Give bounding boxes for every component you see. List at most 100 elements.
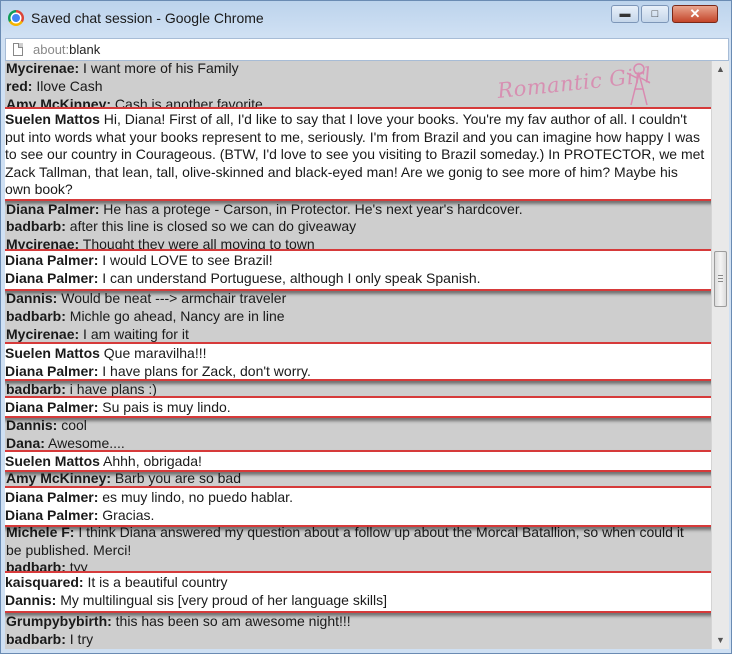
chat-text: be published. Merci! xyxy=(6,542,132,558)
chat-message: Suelen Mattos Que maravilha!!! xyxy=(5,345,207,363)
highlighted-message-group: Diana Palmer: Su pais is muy lindo. xyxy=(5,396,711,418)
chat-text: I would LOVE to see Brazil! xyxy=(98,252,273,268)
chat-username: Diana Palmer: xyxy=(5,269,99,286)
chat-message: Grumpybybirth: this has been so am aweso… xyxy=(6,613,351,630)
chat-text: Would be neat ---> armchair traveler xyxy=(57,290,287,306)
chat-text: cool xyxy=(57,417,87,433)
chrome-logo-icon xyxy=(8,10,24,26)
chat-message: Dannis: My multilingual sis [very proud … xyxy=(5,592,387,610)
chat-username: Diana Palmer: xyxy=(5,489,99,505)
chat-message: red: Ilove Cash xyxy=(6,78,103,95)
highlighted-message-group: Diana Palmer: es muy lindo, no puedo hab… xyxy=(5,486,711,527)
chat-text: I try xyxy=(65,631,94,647)
chat-text: Awesome.... xyxy=(44,435,125,451)
page-icon xyxy=(13,43,23,56)
chat-username: Dana: xyxy=(6,435,45,451)
chat-text: after this line is closed so we can do g… xyxy=(65,218,357,234)
chat-username: kaisquared: xyxy=(5,574,84,590)
chat-text: Michle go ahead, Nancy are in line xyxy=(65,308,285,324)
chat-username: Suelen Mattos xyxy=(5,453,100,469)
chat-text: Gracias. xyxy=(98,506,155,523)
chat-message: badbarb: after this line is closed so we… xyxy=(6,218,356,235)
scroll-up-icon[interactable]: ▲ xyxy=(712,61,729,78)
chat-text: Ilove Cash xyxy=(32,78,103,94)
scroll-down-icon[interactable]: ▼ xyxy=(712,632,729,649)
highlighted-message-group: Suelen Mattos Hi, Diana! First of all, I… xyxy=(5,107,711,201)
minimize-button[interactable]: ▬ xyxy=(611,5,639,23)
chat-username: badbarb: xyxy=(6,381,66,397)
chat-message: Diana Palmer: He has a protege - Carson,… xyxy=(6,201,523,218)
chat-message: badbarb: I try xyxy=(6,631,93,648)
chat-username: Grumpybybirth: xyxy=(6,613,112,629)
highlighted-message-group: Suelen Mattos Ahhh, obrigada! xyxy=(5,450,711,472)
chat-username: Suelen Mattos xyxy=(5,345,100,361)
chat-message: Diana Palmer: I would LOVE to see Brazil… xyxy=(5,252,273,270)
maximize-button[interactable]: □ xyxy=(641,5,669,23)
highlighted-message-group: Suelen Mattos Que maravilha!!! Diana Palm… xyxy=(5,342,711,381)
chat-username: Dannis: xyxy=(6,417,58,433)
chat-username: Mycirenae: xyxy=(6,61,80,76)
chat-message: badbarb: Michle go ahead, Nancy are in l… xyxy=(6,308,285,325)
watermark-figure-icon xyxy=(626,63,651,106)
vertical-scrollbar[interactable]: ▲ ▼ xyxy=(711,61,729,649)
chat-message: kaisquared: It is a beautiful country xyxy=(5,574,228,592)
chat-username: Amy McKinney: xyxy=(6,470,112,486)
chat-text: I am waiting for it xyxy=(79,326,189,342)
close-button[interactable]: ✕ xyxy=(672,5,718,23)
chat-text: My multilingual sis [very proud of her l… xyxy=(56,591,388,608)
chat-message: Mycirenae: I am waiting for it xyxy=(6,326,189,343)
chat-text: I can understand Portuguese, although I … xyxy=(98,269,481,286)
chat-message: Mycirenae: I want more of his Family xyxy=(6,61,239,77)
chat-message: Diana Palmer: Su pais is muy lindo. xyxy=(5,399,231,417)
chat-text: Hi, Diana! First of all, I'd like to say… xyxy=(5,111,705,197)
chat-text: It is a beautiful country xyxy=(83,574,228,590)
chat-message: Dannis: cool xyxy=(6,417,87,434)
chat-username: Diana Palmer: xyxy=(5,252,99,268)
chat-username: Dannis: xyxy=(6,290,58,306)
address-bar[interactable]: about:blank xyxy=(5,38,729,61)
chat-text: I want more of his Family xyxy=(79,61,239,76)
highlighted-message-group: Diana Palmer: I would LOVE to see Brazil… xyxy=(5,249,711,291)
chat-text: es muy lindo, no puedo hablar. xyxy=(98,489,293,505)
chat-transcript[interactable]: Romantic Girl Mycirenae: I want more of … xyxy=(5,61,711,649)
chat-username: badbarb: xyxy=(6,218,66,234)
chat-text: Que maravilha!!! xyxy=(99,345,207,361)
chat-text: He has a protege - Carson, in Protector.… xyxy=(99,201,523,217)
chat-username: Diana Palmer: xyxy=(5,362,99,379)
chat-username: Dannis: xyxy=(5,591,57,608)
chat-message: Suelen Mattos Hi, Diana! First of all, I… xyxy=(5,111,705,199)
window-title: Saved chat session - Google Chrome xyxy=(31,10,264,26)
chat-username: Mycirenae: xyxy=(6,326,80,342)
chat-username: badbarb: xyxy=(6,631,66,647)
thumb-grip xyxy=(718,275,723,276)
highlighted-message-group: kaisquared: It is a beautiful country Dan… xyxy=(5,571,711,613)
chat-message: Suelen Mattos Ahhh, obrigada! xyxy=(5,453,202,471)
chat-username: Diana Palmer: xyxy=(5,506,99,523)
chat-username: Suelen Mattos xyxy=(5,111,100,127)
browser-window: Saved chat session - Google Chrome ▬ □ ✕… xyxy=(0,0,732,654)
chat-message: Diana Palmer: es muy lindo, no puedo hab… xyxy=(5,489,293,507)
chat-text: this has been so am awesome night!!! xyxy=(111,613,351,629)
chat-message: Dannis: Would be neat ---> armchair trav… xyxy=(6,290,286,307)
scroll-thumb[interactable] xyxy=(714,251,727,307)
chat-username: badbarb: xyxy=(6,308,66,324)
chat-message: Amy McKinney: Barb you are so bad xyxy=(6,470,241,487)
chat-text: Su pais is muy lindo. xyxy=(98,399,231,415)
title-bar[interactable]: Saved chat session - Google Chrome ▬ □ ✕ xyxy=(1,1,731,37)
chat-message: be published. Merci! xyxy=(6,542,131,559)
chat-message: Diana Palmer: I can understand Portugues… xyxy=(5,270,481,288)
chat-text: i have plans :) xyxy=(65,381,157,397)
chat-text: I have plans for Zack, don't worry. xyxy=(98,362,311,379)
url-protocol: about: xyxy=(33,42,70,57)
chat-username: Diana Palmer: xyxy=(6,201,100,217)
chat-text: Ahhh, obrigada! xyxy=(99,453,202,469)
chat-message: Diana Palmer: Gracias. xyxy=(5,507,154,525)
chat-username: Diana Palmer: xyxy=(5,399,99,415)
chat-username: red: xyxy=(6,78,33,94)
chat-text: Barb you are so bad xyxy=(111,470,242,486)
thumb-grip xyxy=(718,278,723,279)
url-text[interactable]: about:blank xyxy=(33,42,100,57)
thumb-grip xyxy=(718,281,723,282)
chat-message: Diana Palmer: I have plans for Zack, don… xyxy=(5,363,311,381)
url-path: blank xyxy=(69,42,101,57)
